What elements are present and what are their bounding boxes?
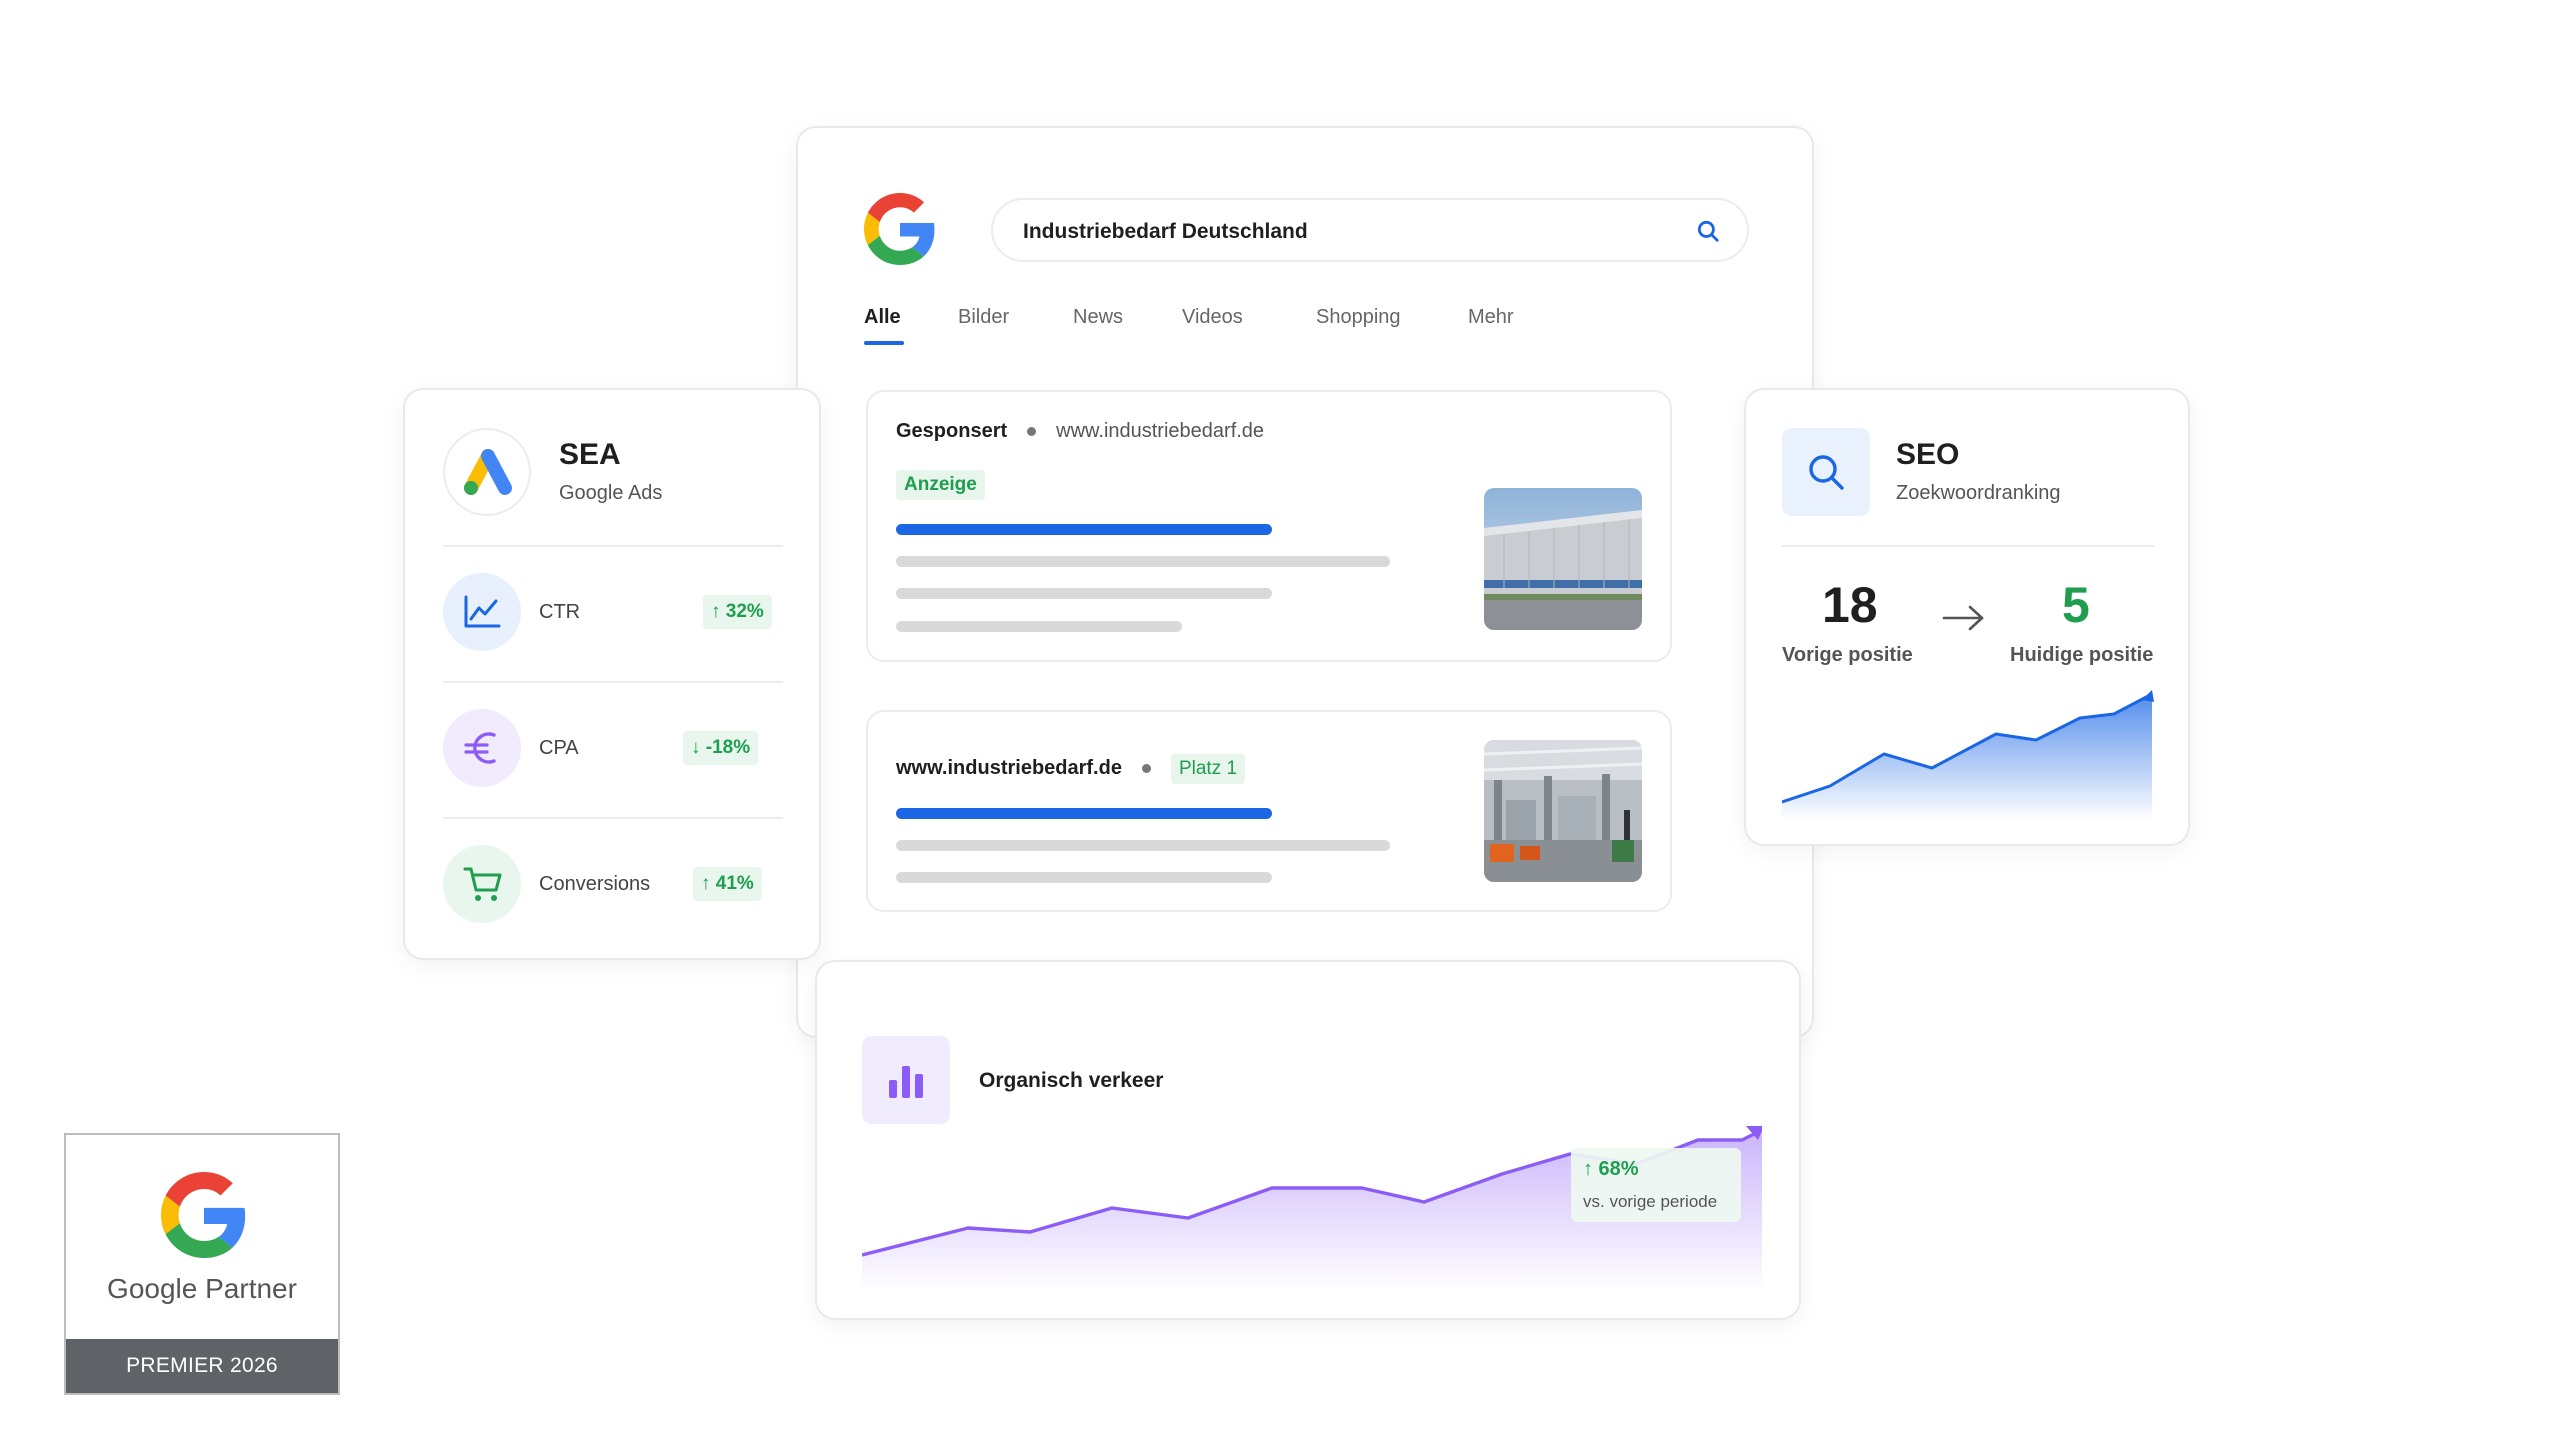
rank-badge: Platz 1 (1170, 754, 1246, 784)
google-logo-icon (864, 193, 935, 265)
organic-result[interactable]: www.industriebedarf.de Platz 1 (866, 710, 1672, 912)
google-partner-badge: Google Partner PREMIER 2026 (64, 1133, 340, 1395)
organic-change-callout: ↑ 68% vs. vorige periode (1571, 1148, 1741, 1222)
previous-rank: 18 (1822, 577, 1878, 633)
separator-dot (1141, 764, 1151, 774)
organic-traffic-card: Organisch verkeer ↑ 68% vs. vorige perio… (815, 960, 1801, 1320)
organic-change: ↑ 68% (1583, 1158, 1639, 1180)
tab-bilder[interactable]: Bilder (958, 306, 1009, 329)
current-rank-label: Huidige positie (2010, 644, 2154, 666)
metric-label-ctr: CTR (539, 601, 581, 623)
current-rank: 5 (2062, 577, 2090, 633)
partner-name: Google Partner (107, 1273, 297, 1304)
tab-videos[interactable]: Videos (1182, 306, 1243, 329)
result-title-placeholder[interactable] (896, 808, 1272, 819)
metric-label-conversions: Conversions (539, 873, 651, 895)
active-tab-indicator (864, 341, 904, 345)
tab-news[interactable]: News (1073, 306, 1123, 329)
google-logo-icon (161, 1172, 246, 1258)
divider (443, 681, 783, 683)
previous-rank-label: Vorige positie (1782, 644, 1913, 666)
result-text-placeholder (896, 840, 1390, 851)
metric-value-cpa: ↓ -18% (683, 731, 759, 765)
sponsored-result[interactable]: Gesponsert www.industriebedarf.de Anzeige (866, 390, 1672, 662)
result-text-placeholder (896, 588, 1272, 599)
tab-mehr[interactable]: Mehr (1468, 306, 1514, 329)
metric-label-cpa: CPA (539, 737, 579, 759)
search-query[interactable]: Industriebedarf Deutschland (1023, 220, 1308, 244)
search-results-window: Industriebedarf Deutschland Alle Bilder … (796, 126, 1814, 1038)
sea-subtitle: Google Ads (559, 482, 663, 504)
metric-icon-ctr (443, 573, 521, 651)
seo-icon-box (1782, 428, 1870, 516)
organic-url[interactable]: www.industriebedarf.de (896, 757, 1122, 779)
cart-icon (463, 867, 502, 901)
seo-title: SEO (1896, 438, 1960, 471)
ad-badge: Anzeige (896, 470, 985, 500)
result-title-placeholder[interactable] (896, 524, 1272, 535)
sea-card: SEA Google Ads CTR ↑ 32% CPA ↓ -18% Conv… (403, 388, 821, 960)
factory-thumbnail (1484, 740, 1642, 882)
separator-dot (1027, 427, 1037, 437)
organic-result-header: www.industriebedarf.de Platz 1 (896, 754, 1246, 784)
google-ads-logo (443, 428, 531, 516)
seo-subtitle: Zoekwoordranking (1896, 482, 2061, 504)
result-text-placeholder (896, 556, 1390, 567)
organic-title: Organisch verkeer (979, 1069, 1164, 1092)
search-icon[interactable] (1695, 218, 1721, 244)
result-text-placeholder (896, 621, 1182, 632)
metric-icon-conversions (443, 845, 521, 923)
warehouse-thumbnail (1484, 488, 1642, 630)
partner-tier: PREMIER 2026 (66, 1339, 338, 1393)
sponsored-url[interactable]: www.industriebedarf.de (1056, 420, 1264, 442)
metric-value-conversions: ↑ 41% (693, 867, 762, 901)
metric-value-ctr: ↑ 32% (703, 595, 772, 629)
organic-change-label: vs. vorige periode (1583, 1192, 1718, 1211)
tab-shopping[interactable]: Shopping (1316, 306, 1401, 329)
seo-trend-chart (1782, 690, 2154, 820)
metric-icon-cpa (443, 709, 521, 787)
arrow-right-icon (1942, 605, 1984, 631)
search-bar[interactable]: Industriebedarf Deutschland (991, 198, 1749, 262)
seo-card: SEO Zoekwoordranking 18 Vorige positie 5… (1744, 388, 2190, 846)
line-chart-icon (464, 595, 501, 628)
google-ads-icon (464, 449, 512, 495)
divider (1782, 545, 2154, 547)
euro-icon (464, 732, 496, 764)
sponsored-label: Gesponsert (896, 420, 1008, 442)
magnifier-icon (1809, 455, 1844, 490)
sea-title: SEA (559, 438, 621, 471)
divider (443, 817, 783, 819)
tab-alle[interactable]: Alle (864, 306, 901, 329)
divider (443, 545, 783, 547)
sponsored-result-header: Gesponsert www.industriebedarf.de (896, 420, 1264, 443)
result-text-placeholder (896, 872, 1272, 883)
